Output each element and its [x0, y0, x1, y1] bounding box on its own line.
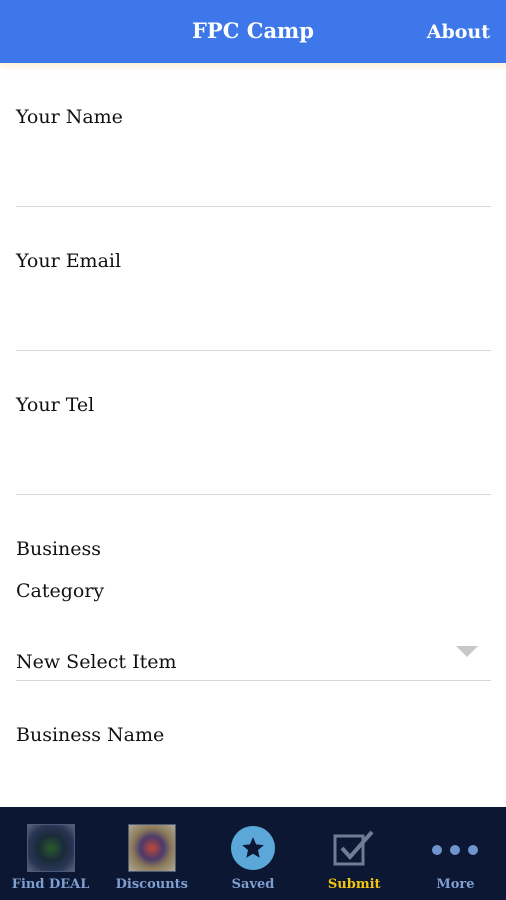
tel-underline [16, 494, 491, 495]
business-name-input[interactable] [16, 758, 491, 798]
about-button[interactable]: About [427, 21, 490, 43]
email-label: Your Email [16, 250, 122, 272]
category-select-value[interactable]: New Select Item [16, 651, 176, 673]
tab-label: Discounts [115, 877, 188, 892]
find-deal-thumbnail-icon [26, 824, 75, 872]
tab-find-deal[interactable]: Find DEAL [0, 807, 101, 900]
tab-label: Submit [327, 877, 381, 892]
tel-input[interactable] [16, 446, 491, 490]
tab-submit[interactable]: Submit [304, 807, 405, 900]
dropdown-arrow-icon[interactable] [456, 646, 478, 657]
bottom-tab-bar: Find DEAL Discounts Saved Submit More [0, 807, 506, 900]
more-dots-icon [432, 845, 479, 855]
app-header: FPC Camp About [0, 0, 506, 63]
name-input[interactable] [16, 158, 491, 202]
email-underline [16, 350, 491, 351]
category-label-line2: Category [16, 580, 105, 602]
tab-discounts[interactable]: Discounts [101, 807, 202, 900]
discounts-thumbnail-icon [127, 824, 176, 872]
tab-saved[interactable]: Saved [202, 807, 303, 900]
email-input[interactable] [16, 302, 491, 346]
tel-label: Your Tel [16, 394, 95, 416]
checkbox-icon [333, 830, 374, 866]
category-underline [16, 680, 491, 681]
tab-label: Find DEAL [11, 877, 90, 892]
tab-label: Saved [231, 877, 275, 892]
category-label-line1: Business [16, 538, 102, 560]
name-underline [16, 206, 491, 207]
tab-label: More [436, 877, 475, 892]
name-label: Your Name [16, 106, 123, 128]
tab-more[interactable]: More [405, 807, 506, 900]
business-name-label: Business Name [16, 724, 165, 746]
star-icon [231, 826, 275, 870]
